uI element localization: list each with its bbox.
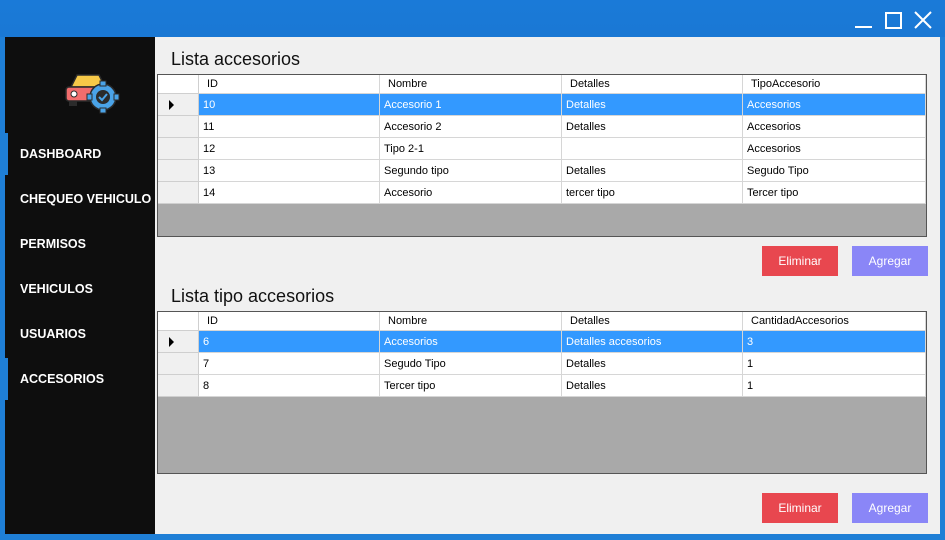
agregar-tipo-button[interactable]: Agregar bbox=[852, 493, 928, 523]
column-header[interactable]: TipoAccesorio bbox=[743, 75, 926, 94]
table-cell[interactable]: 1 bbox=[743, 353, 926, 375]
table-cell[interactable]: Accesorios bbox=[743, 116, 926, 138]
nav-label: DASHBOARD bbox=[20, 147, 102, 161]
table-cell[interactable]: Accesorio bbox=[380, 182, 562, 204]
row-header-corner bbox=[158, 75, 199, 94]
table-row[interactable]: 8 Tercer tipo Detalles 1 bbox=[158, 375, 926, 397]
nav-vehiculos[interactable]: VEHICULOS bbox=[5, 268, 155, 310]
section-title-accesorios: Lista accesorios bbox=[171, 49, 301, 69]
row-selector[interactable] bbox=[158, 375, 199, 397]
row-pointer-icon bbox=[168, 99, 174, 110]
table-cell[interactable]: 11 bbox=[199, 116, 380, 138]
table-cell[interactable]: Accesorios bbox=[743, 94, 926, 116]
table-cell[interactable]: 14 bbox=[199, 182, 380, 204]
row-selector[interactable] bbox=[158, 138, 199, 160]
column-header[interactable]: Nombre bbox=[380, 312, 562, 331]
table-cell[interactable]: 13 bbox=[199, 160, 380, 182]
app-window: DASHBOARD CHEQUEO VEHICULO PERMISOS VEHI… bbox=[0, 0, 945, 540]
nav-label: USUARIOS bbox=[20, 327, 86, 341]
table-cell[interactable]: Accesorio 1 bbox=[380, 94, 562, 116]
table-cell[interactable]: Segudo Tipo bbox=[743, 160, 926, 182]
table-cell[interactable]: Detalles bbox=[562, 116, 743, 138]
row-selector[interactable] bbox=[158, 116, 199, 138]
column-header[interactable]: Nombre bbox=[380, 75, 562, 94]
table-row[interactable]: 6 Accesorios Detalles accesorios 3 bbox=[158, 331, 926, 353]
title-bar bbox=[0, 0, 945, 37]
table-cell[interactable]: Tipo 2-1 bbox=[380, 138, 562, 160]
row-selector[interactable] bbox=[158, 182, 199, 204]
table-cell[interactable]: Tercer tipo bbox=[743, 182, 926, 204]
table-cell[interactable]: 3 bbox=[743, 331, 926, 353]
table-cell[interactable]: 1 bbox=[743, 375, 926, 397]
sidebar: DASHBOARD CHEQUEO VEHICULO PERMISOS VEHI… bbox=[5, 37, 155, 534]
row-pointer-icon bbox=[168, 336, 174, 347]
column-header[interactable]: Detalles bbox=[562, 312, 743, 331]
minimize-icon[interactable] bbox=[851, 8, 875, 32]
column-header[interactable]: ID bbox=[199, 312, 380, 331]
table-cell[interactable]: 7 bbox=[199, 353, 380, 375]
table-row[interactable]: 10 Accesorio 1 Detalles Accesorios bbox=[158, 94, 926, 116]
agregar-accesorio-button[interactable]: Agregar bbox=[852, 246, 928, 276]
nav-label: PERMISOS bbox=[20, 237, 86, 251]
car-gear-icon bbox=[63, 65, 123, 117]
table-cell[interactable]: Detalles bbox=[562, 353, 743, 375]
accesorios-grid[interactable]: ID Nombre Detalles TipoAccesorio 10 Acce… bbox=[157, 74, 927, 237]
column-header[interactable]: Detalles bbox=[562, 75, 743, 94]
table-cell[interactable]: Segudo Tipo bbox=[380, 353, 562, 375]
table-cell[interactable]: Detalles bbox=[562, 94, 743, 116]
row-selector[interactable] bbox=[158, 94, 199, 116]
eliminar-tipo-button[interactable]: Eliminar bbox=[762, 493, 838, 523]
main-panel: Lista accesorios ID Nombre Detalles Tipo… bbox=[155, 37, 940, 534]
table-header: ID Nombre Detalles CantidadAccesorios bbox=[158, 312, 926, 331]
row-selector[interactable] bbox=[158, 331, 199, 353]
table-cell[interactable]: Accesorios bbox=[743, 138, 926, 160]
nav-permisos[interactable]: PERMISOS bbox=[5, 223, 155, 265]
table-cell[interactable]: Detalles bbox=[562, 375, 743, 397]
table-cell[interactable]: 6 bbox=[199, 331, 380, 353]
table-row[interactable]: 14 Accesorio tercer tipo Tercer tipo bbox=[158, 182, 926, 204]
table-cell[interactable]: tercer tipo bbox=[562, 182, 743, 204]
table-header: ID Nombre Detalles TipoAccesorio bbox=[158, 75, 926, 94]
row-header-corner bbox=[158, 312, 199, 331]
table-cell[interactable]: 10 bbox=[199, 94, 380, 116]
close-icon[interactable] bbox=[911, 8, 935, 32]
table-cell[interactable]: Detalles bbox=[562, 160, 743, 182]
nav-chequeo-vehiculo[interactable]: CHEQUEO VEHICULO bbox=[5, 178, 155, 220]
section-title-tipos: Lista tipo accesorios bbox=[171, 286, 335, 306]
table-cell[interactable] bbox=[562, 138, 743, 160]
row-selector[interactable] bbox=[158, 353, 199, 375]
table-cell[interactable]: 8 bbox=[199, 375, 380, 397]
tipos-grid[interactable]: ID Nombre Detalles CantidadAccesorios 6 … bbox=[157, 311, 927, 474]
table-cell[interactable]: Detalles accesorios bbox=[562, 331, 743, 353]
table-row[interactable]: 7 Segudo Tipo Detalles 1 bbox=[158, 353, 926, 375]
table-row[interactable]: 13 Segundo tipo Detalles Segudo Tipo bbox=[158, 160, 926, 182]
nav-label: ACCESORIOS bbox=[20, 372, 105, 386]
maximize-icon[interactable] bbox=[881, 8, 905, 32]
table-cell[interactable]: Accesorio 2 bbox=[380, 116, 562, 138]
nav-dashboard[interactable]: DASHBOARD bbox=[5, 133, 155, 175]
table-row[interactable]: 12 Tipo 2-1 Accesorios bbox=[158, 138, 926, 160]
nav-label: VEHICULOS bbox=[20, 282, 93, 296]
table-row[interactable]: 11 Accesorio 2 Detalles Accesorios bbox=[158, 116, 926, 138]
table-cell[interactable]: 12 bbox=[199, 138, 380, 160]
table-cell[interactable]: Accesorios bbox=[380, 331, 562, 353]
table-cell[interactable]: Segundo tipo bbox=[380, 160, 562, 182]
nav-label: CHEQUEO VEHICULO bbox=[20, 192, 152, 206]
table-cell[interactable]: Tercer tipo bbox=[380, 375, 562, 397]
nav-accesorios[interactable]: ACCESORIOS bbox=[5, 358, 155, 400]
row-selector[interactable] bbox=[158, 160, 199, 182]
nav-usuarios[interactable]: USUARIOS bbox=[5, 313, 155, 355]
eliminar-accesorio-button[interactable]: Eliminar bbox=[762, 246, 838, 276]
column-header[interactable]: CantidadAccesorios bbox=[743, 312, 926, 331]
column-header[interactable]: ID bbox=[199, 75, 380, 94]
